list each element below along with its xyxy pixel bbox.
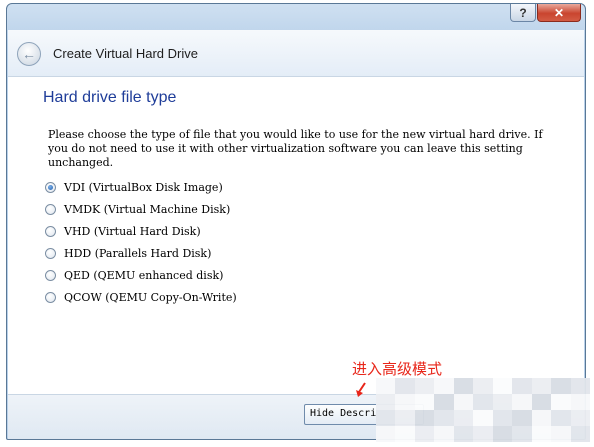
option-label: QED (QEMU enhanced disk) [64,268,224,282]
radio-button[interactable] [45,247,56,259]
blurred-mosaic-region [376,378,590,442]
option-label: VHD (Virtual Hard Disk) [64,224,201,238]
title-bar-buttons: ? ✕ [510,4,581,22]
radio-button-checked[interactable] [45,181,56,193]
radio-button[interactable] [45,203,56,215]
page-description: Please choose the type of file that you … [48,128,543,169]
option-qcow[interactable]: QCOW (QEMU Copy-On-Write) [45,289,237,305]
option-vmdk[interactable]: VMDK (Virtual Machine Disk) [45,201,230,217]
wizard-header: ← Create Virtual Hard Drive [8,30,584,77]
annotation-arrow-icon [356,382,366,397]
option-vhd[interactable]: VHD (Virtual Hard Disk) [45,223,201,239]
option-label: QCOW (QEMU Copy-On-Write) [64,290,237,304]
option-qed[interactable]: QED (QEMU enhanced disk) [45,267,223,283]
option-label: VDI (VirtualBox Disk Image) [64,180,223,194]
close-button[interactable]: ✕ [537,4,581,22]
back-arrow-icon[interactable]: ← [17,42,41,66]
annotation-label: 进入高级模式 [352,361,443,378]
radio-button[interactable] [45,291,56,303]
option-label: HDD (Parallels Hard Disk) [64,246,212,260]
option-hdd[interactable]: HDD (Parallels Hard Disk) [45,245,211,261]
option-vdi[interactable]: VDI (VirtualBox Disk Image) [45,179,223,195]
option-label: VMDK (Virtual Machine Disk) [64,202,231,216]
help-button[interactable]: ? [510,4,536,22]
wizard-title: Create Virtual Hard Drive [53,46,198,61]
radio-button[interactable] [45,269,56,281]
dialog-window: ? ✕ ← Create Virtual Hard Drive Hard dri… [6,3,586,440]
page-heading: Hard drive file type [43,89,177,106]
wizard-content: Hard drive file type Please choose the t… [8,77,584,394]
radio-button[interactable] [45,225,56,237]
